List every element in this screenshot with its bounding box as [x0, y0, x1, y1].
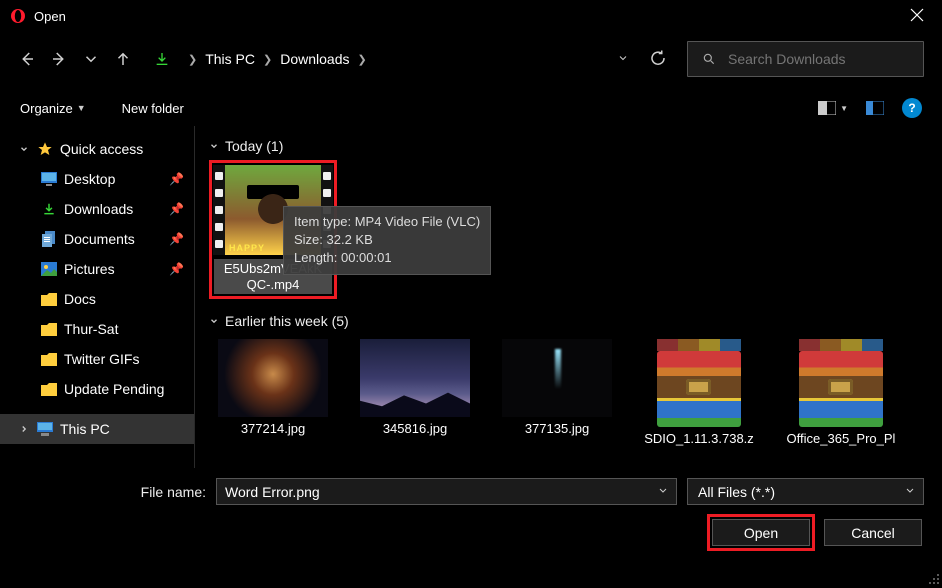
- cancel-button[interactable]: Cancel: [824, 519, 922, 546]
- sidebar: Quick access Desktop 📌 Downloads 📌 Docum…: [0, 126, 195, 468]
- nav-recent-icon[interactable]: [82, 50, 100, 68]
- folder-icon: [40, 291, 58, 307]
- sidebar-this-pc[interactable]: This PC: [0, 414, 194, 444]
- image-thumbnail: [360, 339, 470, 417]
- help-icon[interactable]: ?: [902, 98, 922, 118]
- chevron-down-icon[interactable]: [18, 144, 30, 154]
- file-tooltip: Item type: MP4 Video File (VLC) Size: 32…: [283, 206, 491, 275]
- nav-forward-icon[interactable]: [50, 50, 68, 68]
- nav-back-icon[interactable]: [18, 50, 36, 68]
- desktop-icon: [40, 171, 58, 187]
- chevron-right-icon[interactable]: [18, 424, 30, 434]
- chevron-down-icon[interactable]: [657, 484, 669, 499]
- documents-icon: [40, 231, 58, 247]
- file-name-label: 377135.jpg: [525, 421, 589, 436]
- pin-icon: 📌: [169, 262, 184, 276]
- sidebar-item-downloads[interactable]: Downloads 📌: [0, 194, 194, 224]
- chevron-down-icon: [209, 316, 219, 326]
- sidebar-quick-access[interactable]: Quick access: [0, 134, 194, 164]
- image-thumbnail: [218, 339, 328, 417]
- pictures-icon: [40, 261, 58, 277]
- breadcrumb[interactable]: ❯ This PC ❯ Downloads ❯: [188, 51, 367, 67]
- refresh-icon[interactable]: [649, 49, 667, 70]
- sidebar-item-twitter-gifs[interactable]: Twitter GIFs: [0, 344, 194, 374]
- file-name-label-text: File name:: [18, 484, 206, 500]
- sidebar-item-documents[interactable]: Documents 📌: [0, 224, 194, 254]
- search-icon: [702, 52, 716, 66]
- file-name-input[interactable]: [216, 478, 677, 505]
- file-item[interactable]: 377214.jpg: [209, 339, 337, 446]
- downloads-glyph-icon: [154, 51, 170, 67]
- chevron-right-icon: ❯: [358, 53, 367, 66]
- file-name-label: 345816.jpg: [383, 421, 447, 436]
- pin-icon: 📌: [169, 202, 184, 216]
- chevron-right-icon: ❯: [263, 53, 272, 66]
- sidebar-item-desktop[interactable]: Desktop 📌: [0, 164, 194, 194]
- sidebar-item-docs[interactable]: Docs: [0, 284, 194, 314]
- group-today-header[interactable]: Today (1): [209, 138, 928, 154]
- nav-up-icon[interactable]: [114, 50, 132, 68]
- archive-icon: [799, 339, 883, 427]
- this-pc-icon: [36, 421, 54, 437]
- file-name-label: SDIO_1.11.3.738.z: [644, 431, 754, 446]
- new-folder-button[interactable]: New folder: [122, 101, 184, 116]
- folder-icon: [40, 321, 58, 337]
- new-folder-label: New folder: [122, 101, 184, 116]
- file-item[interactable]: SDIO_1.11.3.738.z: [635, 339, 763, 446]
- close-icon[interactable]: [902, 2, 932, 31]
- opera-icon: [10, 8, 26, 24]
- folder-icon: [40, 381, 58, 397]
- image-thumbnail: [502, 339, 612, 417]
- file-item[interactable]: Office_365_Pro_Pl: [777, 339, 905, 446]
- file-item[interactable]: 377135.jpg: [493, 339, 621, 446]
- file-list[interactable]: Today (1) HAPPY E5Ubs2mVEAkKQC-.mp4 Earl…: [195, 126, 942, 468]
- dialog-title: Open: [34, 9, 66, 24]
- file-type-filter[interactable]: All Files (*.*): [687, 478, 924, 505]
- sidebar-item-update-pending[interactable]: Update Pending: [0, 374, 194, 404]
- view-preview-button[interactable]: [866, 101, 884, 115]
- search-input[interactable]: [728, 51, 888, 67]
- organize-label: Organize: [20, 101, 73, 116]
- organize-button[interactable]: Organize ▼: [20, 101, 86, 116]
- file-name-label: Office_365_Pro_Pl: [787, 431, 896, 446]
- downloads-icon: [40, 201, 58, 217]
- breadcrumb-root[interactable]: This PC: [205, 51, 255, 67]
- search-box[interactable]: [687, 41, 924, 77]
- folder-icon: [40, 351, 58, 367]
- view-layout-button[interactable]: ▼: [818, 101, 848, 115]
- pin-icon: 📌: [169, 232, 184, 246]
- group-earlier-header[interactable]: Earlier this week (5): [209, 313, 928, 329]
- chevron-down-icon[interactable]: [904, 484, 916, 499]
- sidebar-item-thur-sat[interactable]: Thur-Sat: [0, 314, 194, 344]
- sidebar-item-pictures[interactable]: Pictures 📌: [0, 254, 194, 284]
- chevron-down-icon: [209, 141, 219, 151]
- file-item[interactable]: 345816.jpg: [351, 339, 479, 446]
- open-button[interactable]: Open: [712, 519, 810, 546]
- address-dropdown-icon[interactable]: [617, 52, 629, 67]
- pin-icon: 📌: [169, 172, 184, 186]
- breadcrumb-folder[interactable]: Downloads: [280, 51, 349, 67]
- file-name-label: 377214.jpg: [241, 421, 305, 436]
- archive-icon: [657, 339, 741, 427]
- star-icon: [36, 141, 54, 157]
- chevron-right-icon: ❯: [188, 53, 197, 66]
- resize-grip-icon[interactable]: [926, 571, 940, 585]
